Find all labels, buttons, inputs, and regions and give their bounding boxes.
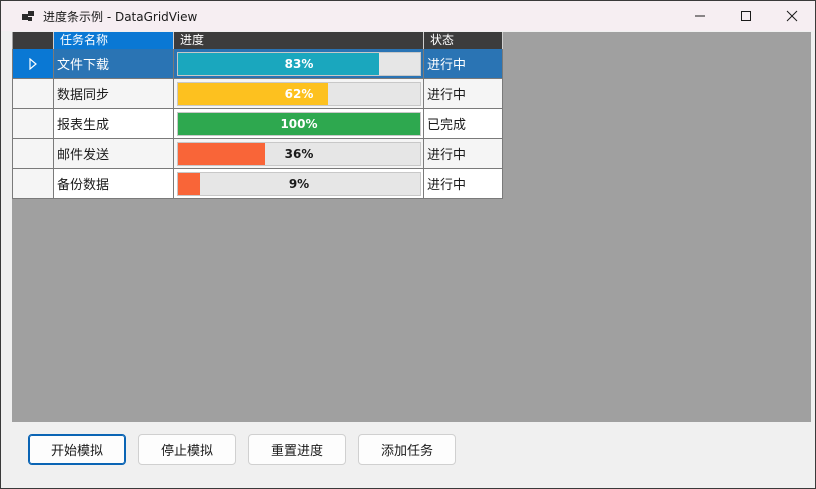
table-row[interactable]: 文件下载 83% 进行中: [12, 49, 503, 79]
status-text: 进行中: [427, 178, 467, 193]
data-grid: 任务名称 进度 状态 文件下载 83% 进行中 数据同步 62% 进行中 报表生成 100% 已…: [12, 32, 503, 199]
status-text: 已完成: [427, 118, 467, 133]
button-panel: 开始模拟 停止模拟 重置进度 添加任务: [12, 422, 811, 484]
cell-progress[interactable]: 83%: [173, 49, 424, 79]
cell-task-name[interactable]: 文件下载: [53, 49, 174, 79]
title-bar[interactable]: 进度条示例 - DataGridView: [1, 1, 815, 31]
table-row[interactable]: 数据同步 62% 进行中: [12, 78, 503, 109]
task-name-text: 邮件发送: [57, 148, 110, 163]
status-text: 进行中: [427, 88, 467, 103]
progress-bar: 62%: [177, 81, 421, 106]
cell-status[interactable]: 进行中: [423, 49, 503, 79]
cell-progress[interactable]: 100%: [173, 108, 424, 139]
cell-task-name[interactable]: 报表生成: [53, 108, 174, 139]
cell-progress[interactable]: 62%: [173, 78, 424, 109]
app-window: 进度条示例 - DataGridView 任务名称 进度 状态 文件下载 83%…: [0, 0, 816, 489]
table-row[interactable]: 邮件发送 36% 进行中: [12, 138, 503, 169]
start-simulation-button[interactable]: 开始模拟: [28, 434, 126, 465]
minimize-button[interactable]: [677, 1, 723, 31]
maximize-icon: [741, 11, 751, 21]
row-header[interactable]: [12, 78, 54, 109]
task-name-text: 报表生成: [57, 118, 110, 133]
add-task-button[interactable]: 添加任务: [358, 434, 456, 465]
window-title: 进度条示例 - DataGridView: [43, 9, 198, 24]
progress-label: 62%: [284, 86, 314, 101]
status-text: 进行中: [427, 148, 467, 163]
progress-label: 9%: [288, 176, 310, 191]
row-header[interactable]: [12, 49, 54, 79]
cell-status[interactable]: 进行中: [423, 78, 503, 109]
cell-task-name[interactable]: 备份数据: [53, 168, 174, 199]
caption-buttons: [677, 1, 815, 31]
current-row-triangle-icon: [13, 49, 53, 78]
row-header[interactable]: [12, 138, 54, 169]
stop-simulation-button[interactable]: 停止模拟: [138, 434, 236, 465]
column-header-progress[interactable]: 进度: [173, 32, 424, 49]
cell-status[interactable]: 已完成: [423, 108, 503, 139]
cell-progress[interactable]: 36%: [173, 138, 424, 169]
cell-task-name[interactable]: 数据同步: [53, 78, 174, 109]
progress-bar: 36%: [177, 141, 421, 166]
column-header-status[interactable]: 状态: [423, 32, 503, 49]
progress-bar: 100%: [177, 111, 421, 136]
task-name-text: 数据同步: [57, 88, 110, 103]
progress-bar: 9%: [177, 171, 421, 196]
status-text: 进行中: [427, 58, 467, 73]
close-button[interactable]: [769, 1, 815, 31]
progress-label: 100%: [280, 116, 318, 131]
reset-progress-button[interactable]: 重置进度: [248, 434, 346, 465]
cell-status[interactable]: 进行中: [423, 138, 503, 169]
header-row: 任务名称 进度 状态: [12, 32, 503, 49]
close-icon: [786, 10, 798, 22]
table-row[interactable]: 报表生成 100% 已完成: [12, 108, 503, 139]
minimize-icon: [695, 15, 705, 17]
row-header[interactable]: [12, 108, 54, 139]
progress-label: 83%: [284, 56, 314, 71]
app-window-icon: [21, 9, 35, 23]
maximize-button[interactable]: [723, 1, 769, 31]
row-header[interactable]: [12, 168, 54, 199]
row-header-corner[interactable]: [12, 32, 54, 49]
cell-progress[interactable]: 9%: [173, 168, 424, 199]
task-name-text: 文件下载: [57, 58, 110, 73]
datagridview[interactable]: 任务名称 进度 状态 文件下载 83% 进行中 数据同步 62% 进行中 报表生成 100% 已…: [12, 32, 811, 422]
task-name-text: 备份数据: [57, 178, 110, 193]
progress-bar: 83%: [177, 51, 421, 76]
table-row[interactable]: 备份数据 9% 进行中: [12, 168, 503, 199]
progress-label: 36%: [284, 146, 314, 161]
column-header-name[interactable]: 任务名称: [53, 32, 174, 49]
cell-status[interactable]: 进行中: [423, 168, 503, 199]
cell-task-name[interactable]: 邮件发送: [53, 138, 174, 169]
